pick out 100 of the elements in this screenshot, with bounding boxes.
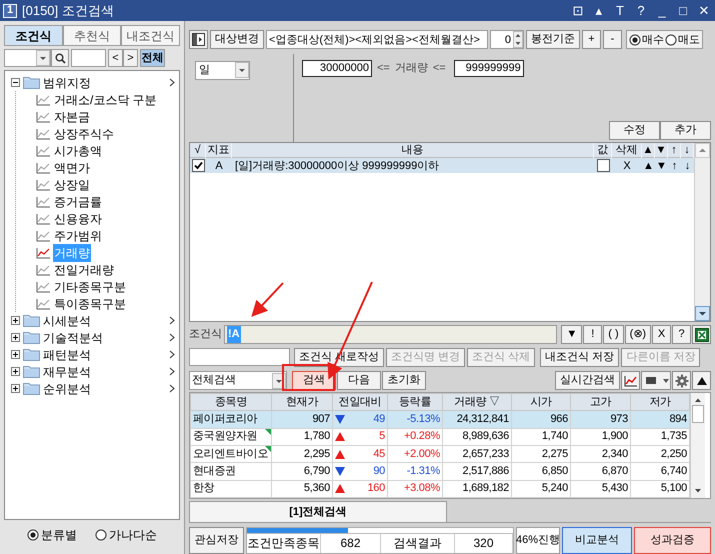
export-button[interactable] <box>692 325 711 344</box>
formula-button[interactable]: (⊗) <box>624 325 651 344</box>
previous-button[interactable]: < <box>108 49 123 67</box>
formula-button[interactable]: ! <box>583 325 602 344</box>
tree-item[interactable]: 주가범위 <box>53 226 103 244</box>
search-action-button[interactable]: 다음 <box>337 371 381 390</box>
column-header[interactable]: 종목명 <box>190 393 272 411</box>
compare-analysis-button[interactable]: 비교분석 <box>562 526 632 554</box>
expand-toggle[interactable] <box>11 333 20 342</box>
tree-item[interactable]: 거래소/코스닥 구분 <box>53 90 158 108</box>
formula-button[interactable]: ( ) <box>603 325 624 344</box>
maximum-field[interactable]: 999999999 <box>454 60 524 77</box>
tree-item[interactable]: 전일거래량 <box>53 260 115 278</box>
tree-item[interactable]: 시가총액 <box>53 142 103 160</box>
expand-toggle[interactable] <box>11 316 20 325</box>
tree-item[interactable]: 자본금 <box>53 108 91 126</box>
editor-button[interactable]: 수정 <box>609 120 660 140</box>
spinner-arrows-icon[interactable] <box>513 31 523 48</box>
move-button[interactable]: ↓ <box>681 158 694 174</box>
dropdown-caret-icon[interactable] <box>235 62 249 78</box>
move-button[interactable]: ▲ <box>642 158 655 174</box>
period-dropdown[interactable]: 일 <box>195 60 250 80</box>
collapse-button[interactable] <box>692 371 711 390</box>
tree-item[interactable]: 특이종목구분 <box>53 294 127 312</box>
dropdown-field[interactable] <box>4 49 51 67</box>
tree-folder[interactable]: 패턴분석 <box>43 346 91 364</box>
tree-folder[interactable]: 재무분석 <box>43 362 91 380</box>
radio-button[interactable] <box>665 34 677 46</box>
performance-check-button[interactable]: 성과검증 <box>634 526 711 554</box>
table-cell: -5.13% <box>388 410 442 428</box>
change-target-button[interactable]: 대상변경 <box>210 30 264 50</box>
scroll-down-icon[interactable] <box>695 306 710 321</box>
title-bar-button[interactable]: T <box>612 4 628 17</box>
layout-dropdown[interactable] <box>641 371 671 390</box>
table-row[interactable]: 페이퍼코리아 907 49 -5.13% 24,312,841 966 973 894 <box>190 410 690 428</box>
title-bar-button[interactable]: ? <box>633 4 649 17</box>
tree-folder[interactable]: 범위지정 <box>43 74 91 92</box>
table-row[interactable]: 한창 5,360 160 +3.08% 1,689,182 5,240 5,430 5,100 <box>190 480 690 498</box>
expand-toggle[interactable] <box>11 367 20 376</box>
tree-folder[interactable]: 기술적분석 <box>43 328 103 346</box>
tree-item[interactable]: 기타종목구분 <box>53 278 127 296</box>
tab[interactable]: 조건식 <box>4 25 63 46</box>
formula-button[interactable]: ▼ <box>561 325 582 344</box>
title-bar-button[interactable]: ▴ <box>591 4 607 17</box>
minimum-field[interactable]: 30000000 <box>302 60 372 77</box>
next-button[interactable]: > <box>123 49 138 67</box>
delete-button[interactable]: X <box>612 158 642 174</box>
tree-item[interactable]: 액면가 <box>53 158 91 176</box>
save-interest-button[interactable]: 관심저장 <box>189 526 244 554</box>
condition-row[interactable]: A [일]거래량:30000000이상 999999999이하 X ▲ ▼ ↑ ↓ <box>190 158 694 173</box>
search-field[interactable] <box>71 49 106 67</box>
plus-button[interactable]: + <box>582 30 601 50</box>
scrollbar[interactable] <box>690 392 705 498</box>
search-button[interactable] <box>51 49 69 67</box>
radio-button[interactable] <box>95 529 107 541</box>
checkbox[interactable] <box>192 159 204 172</box>
condition-name-field[interactable] <box>189 348 290 366</box>
title-bar-button[interactable]: ✕ <box>696 4 712 17</box>
editor-button[interactable]: 추가 <box>660 120 711 140</box>
checkbox[interactable] <box>596 159 610 172</box>
expand-toggle[interactable] <box>11 384 20 393</box>
settings-button[interactable] <box>672 371 691 390</box>
dropdown-caret-icon[interactable] <box>36 50 50 66</box>
formula-button[interactable]: X <box>652 325 671 344</box>
tree-folder[interactable]: 순위분석 <box>43 380 91 398</box>
action-button[interactable]: 내조건식 저장 <box>540 348 620 367</box>
table-row[interactable]: 현대증권 6,790 90 -1.31% 2,517,886 6,850 6,870 6,740 <box>190 462 690 480</box>
expand-toggle[interactable] <box>11 78 20 87</box>
basis-button[interactable]: 봉전기준 <box>526 30 580 50</box>
tree-folder[interactable]: 시세분석 <box>43 312 91 330</box>
table-row[interactable]: 오리엔트바이오 2,295 45 +2.00% 2,657,233 2,275 2,340 2,250 <box>190 446 690 463</box>
title-bar-button[interactable]: _ <box>654 4 670 17</box>
expand-toggle[interactable] <box>11 350 20 359</box>
side-selector[interactable]: 매수 매도 <box>626 30 703 50</box>
tree-item[interactable]: 상장주식수 <box>53 124 115 142</box>
title-bar-button[interactable]: ⊡ <box>570 4 586 17</box>
realtime-search-button[interactable]: 실시간검색 <box>555 371 620 390</box>
formula-button[interactable]: ? <box>672 325 691 344</box>
radio-button[interactable] <box>629 34 641 46</box>
minus-button[interactable]: - <box>603 30 622 50</box>
tab[interactable]: 추천식 <box>62 25 122 46</box>
scrollbar[interactable] <box>694 142 710 321</box>
table-row[interactable]: 중국원양자원 1,780 5 +0.28% 8,989,636 1,740 1,900 1,735 <box>190 428 690 446</box>
scope-dropdown[interactable]: 전체검색 <box>189 371 287 390</box>
line-chart-button[interactable] <box>621 371 640 390</box>
move-button[interactable]: ↑ <box>668 158 681 174</box>
title-bar-button[interactable]: □ <box>675 4 691 17</box>
search-action-button[interactable]: 초기화 <box>382 371 426 390</box>
result-tab[interactable]: [1]전체검색 <box>189 501 447 522</box>
target-field[interactable]: <업종대상(전체)><제외없음><전체월결산> <box>266 30 488 50</box>
all-button[interactable]: 전체 <box>140 49 165 67</box>
tree-item[interactable]: 상장일 <box>53 176 91 194</box>
panel-toggle-button[interactable] <box>189 30 208 50</box>
scroll-thumb[interactable] <box>691 404 705 423</box>
radio-button[interactable] <box>27 529 39 541</box>
tab[interactable]: 내조건식 <box>121 25 180 46</box>
move-button[interactable]: ▼ <box>655 158 668 174</box>
tree-item[interactable]: 증거금률 <box>53 192 103 210</box>
tree-item[interactable]: 신용융자 <box>53 210 103 228</box>
offset-spinner[interactable]: 0 <box>490 30 524 50</box>
